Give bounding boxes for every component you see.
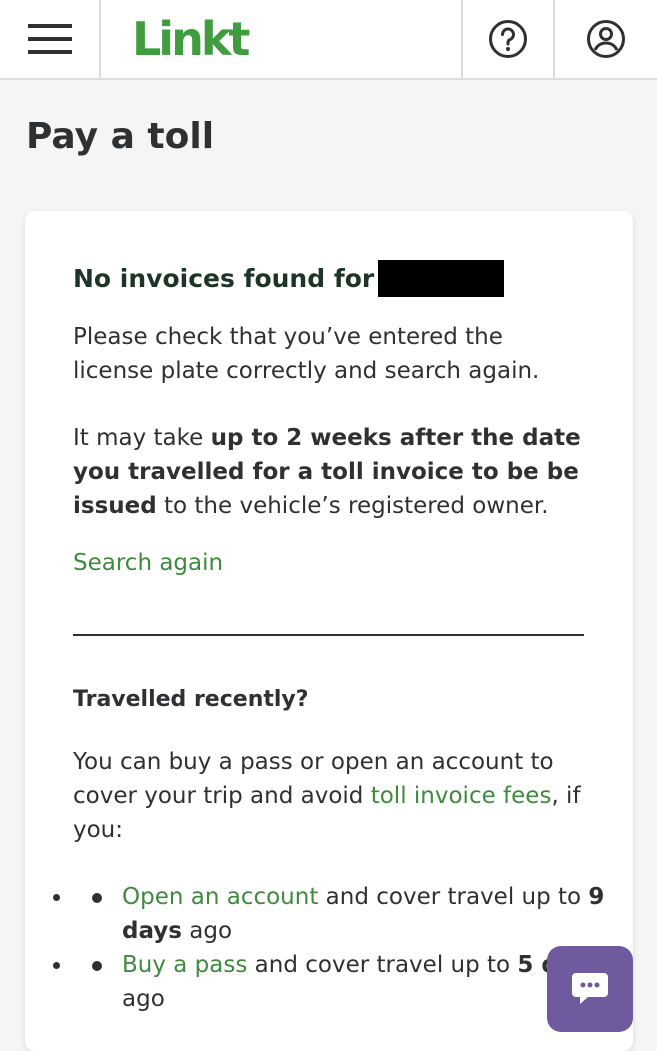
- help-button[interactable]: [461, 0, 553, 78]
- bullet-dot: [92, 961, 102, 971]
- open-account-link[interactable]: Open an account: [122, 884, 318, 910]
- user-circle-icon: [587, 20, 625, 58]
- delay-message: It may take up to 2 weeks after the date…: [73, 421, 585, 523]
- linkt-logo: Linkt: [132, 12, 250, 66]
- bullet-tail: ago: [181, 918, 233, 944]
- no-invoices-heading: No invoices found for: [73, 260, 585, 297]
- bullet-text: and cover travel up to: [318, 884, 589, 910]
- list-item: Open an account and cover travel up to 9…: [73, 880, 633, 948]
- chat-button[interactable]: [547, 946, 633, 1032]
- result-card: No invoices found for Please check that …: [25, 211, 633, 1051]
- chat-bubble-icon: [572, 973, 608, 1004]
- top-header: Linkt: [0, 0, 657, 80]
- bullet-text: and cover travel up to: [247, 952, 518, 978]
- delay-text-pre: It may take: [73, 425, 211, 451]
- delay-text-post: to the vehicle’s registered owner.: [156, 493, 549, 519]
- travelled-recently-heading: Travelled recently?: [73, 687, 309, 712]
- logo-link[interactable]: Linkt: [103, 0, 461, 78]
- page-title: Pay a toll: [26, 116, 215, 157]
- redacted-plate: [378, 260, 505, 297]
- section-divider: [73, 634, 584, 636]
- search-again-link[interactable]: Search again: [73, 550, 585, 576]
- hamburger-menu-icon: [27, 24, 72, 54]
- question-circle-icon: [489, 20, 527, 58]
- toll-invoice-fees-link[interactable]: toll invoice fees: [371, 783, 552, 809]
- check-message: Please check that you’ve entered the lic…: [73, 324, 540, 384]
- bullet-tail: ago: [122, 986, 165, 1012]
- account-button[interactable]: [553, 0, 657, 78]
- buy-pass-link[interactable]: Buy a pass: [122, 952, 247, 978]
- recent-message: You can buy a pass or open an account to…: [73, 745, 585, 847]
- no-invoices-text: No invoices found for: [73, 264, 375, 293]
- menu-button[interactable]: [0, 0, 101, 78]
- bullet-dot: [92, 893, 102, 903]
